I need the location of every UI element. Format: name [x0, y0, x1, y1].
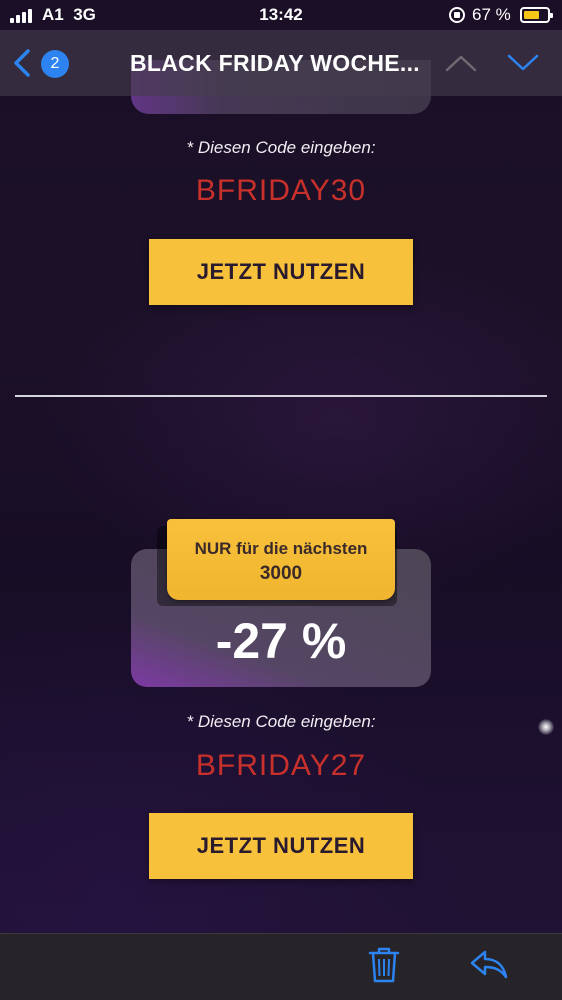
battery-level-fill [524, 11, 539, 19]
battery-icon [520, 7, 553, 23]
limited-offer-badge: NUR für die nächsten 3000 [167, 519, 395, 600]
assistive-touch-dot[interactable] [538, 719, 554, 735]
badge-text-line2: 3000 [259, 563, 303, 584]
reply-icon[interactable] [469, 948, 509, 980]
badge-text-line1: NUR für die nächsten [194, 539, 368, 558]
navigation-bar: 2 BLACK FRIDAY WOCHE... [0, 30, 562, 96]
battery-percent: 67 % [472, 5, 511, 24]
unread-count-badge[interactable]: 2 [41, 50, 69, 78]
section-divider [15, 395, 547, 397]
promo-code: BFRIDAY30 [195, 174, 367, 207]
code-instruction: * Diesen Code eingeben: [186, 712, 376, 731]
jetzt-nutzen-button[interactable]: JETZT NUTZEN [149, 239, 413, 305]
email-subject-title: BLACK FRIDAY WOCHE... [130, 50, 420, 76]
status-bar: A1 3G 13:42 67 % [0, 0, 562, 30]
promo-code: BFRIDAY27 [195, 749, 367, 782]
email-screen: A1 3G 13:42 67 % * Diesen Code eingeben:… [0, 0, 562, 1000]
chevron-up-icon[interactable] [444, 52, 478, 74]
jetzt-nutzen-button[interactable]: JETZT NUTZEN [149, 813, 413, 879]
chevron-down-icon[interactable] [506, 52, 540, 74]
chevron-left-icon[interactable] [10, 48, 34, 78]
code-instruction: * Diesen Code eingeben: [186, 138, 376, 157]
trash-icon[interactable] [367, 946, 401, 984]
orientation-lock-icon [449, 7, 465, 23]
bottom-toolbar [0, 933, 562, 1000]
discount-value: -27 % [215, 613, 347, 669]
